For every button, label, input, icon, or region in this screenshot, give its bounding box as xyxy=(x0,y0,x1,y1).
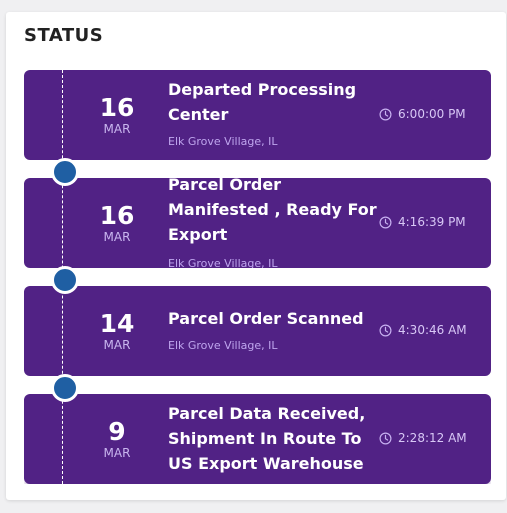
event-time-text: 6:00:00 PM xyxy=(398,107,466,121)
event-date: 16 MAR xyxy=(88,70,146,160)
event-time-text: 2:28:12 AM xyxy=(398,431,467,445)
event-day: 14 xyxy=(99,308,135,338)
status-card: STATUS 16 MAR Departed Processing Center… xyxy=(6,12,506,500)
event-month: MAR xyxy=(103,229,131,244)
status-heading: STATUS xyxy=(24,25,104,46)
event-month: MAR xyxy=(103,337,131,352)
clock-icon xyxy=(379,431,392,445)
event-time: 4:30:46 AM xyxy=(379,323,467,337)
event-title: Parcel Data Received, Shipment In Route … xyxy=(168,404,366,473)
status-timeline: 16 MAR Departed Processing Center Elk Gr… xyxy=(24,70,491,484)
event-location: Elk Grove Village, IL xyxy=(168,339,278,352)
clock-icon xyxy=(379,323,392,337)
event-title: Parcel Order Manifested , Ready For Expo… xyxy=(168,178,377,244)
event-date: 14 MAR xyxy=(88,286,146,376)
event-location: Elk Grove Village, IL xyxy=(168,135,278,148)
event-time-text: 4:16:39 PM xyxy=(398,215,466,229)
timeline-event: 9 MAR Parcel Data Received, Shipment In … xyxy=(24,394,491,484)
clock-icon xyxy=(379,107,392,121)
event-day: 16 xyxy=(99,92,135,122)
event-month: MAR xyxy=(103,121,131,136)
timeline-event: 16 MAR Departed Processing Center Elk Gr… xyxy=(24,70,491,160)
event-time: 6:00:00 PM xyxy=(379,107,466,121)
timeline-event: 16 MAR Parcel Order Manifested , Ready F… xyxy=(24,178,491,268)
timeline-dot-icon xyxy=(51,374,79,402)
event-time: 2:28:12 AM xyxy=(379,431,467,445)
event-title: Departed Processing Center xyxy=(168,80,357,124)
timeline-dot-icon xyxy=(51,266,79,294)
event-title: Parcel Order Scanned xyxy=(168,309,364,328)
timeline-dot-icon xyxy=(51,158,79,186)
event-time-text: 4:30:46 AM xyxy=(398,323,467,337)
event-month: MAR xyxy=(103,445,131,460)
event-time: 4:16:39 PM xyxy=(379,215,466,229)
event-date: 9 MAR xyxy=(88,394,146,484)
event-date: 16 MAR xyxy=(88,178,146,268)
event-day: 9 xyxy=(108,416,126,446)
clock-icon xyxy=(379,215,392,229)
event-day: 16 xyxy=(99,200,135,230)
event-location: Elk Grove Village, IL xyxy=(168,257,278,268)
timeline-event: 14 MAR Parcel Order Scanned Elk Grove Vi… xyxy=(24,286,491,376)
